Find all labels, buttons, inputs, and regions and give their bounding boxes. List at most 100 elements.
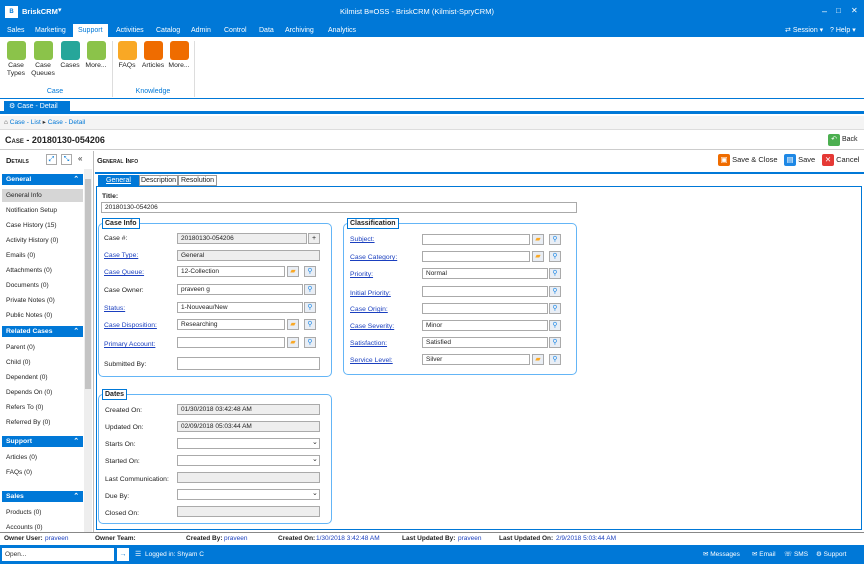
- service-level-link[interactable]: Service Level:: [350, 357, 393, 364]
- sidebar-item-faqs[interactable]: FAQs (0): [6, 469, 32, 476]
- satisfaction-search-icon[interactable]: ⚲: [549, 337, 561, 348]
- menu-activities[interactable]: Activities: [111, 24, 149, 37]
- open-go-button[interactable]: →: [117, 548, 129, 561]
- sidebar-scrollbar[interactable]: [84, 169, 92, 532]
- subject-link[interactable]: Subject:: [350, 236, 375, 243]
- save-close-button[interactable]: ▣ Save & Close: [718, 154, 778, 166]
- case-disposition-field[interactable]: Researching: [177, 319, 285, 330]
- ribbon-faqs-button[interactable]: FAQs: [116, 41, 138, 70]
- case-queue-link[interactable]: Case Queue:: [104, 269, 144, 276]
- minimize-button[interactable]: –: [822, 6, 827, 16]
- menu-marketing[interactable]: Marketing: [30, 24, 71, 37]
- priority-field[interactable]: Normal: [422, 268, 548, 279]
- save-button[interactable]: ▤ Save: [784, 154, 815, 166]
- sidebar-item-general-info[interactable]: General Info: [6, 192, 42, 199]
- menu-sales[interactable]: Sales: [2, 24, 30, 37]
- expand-all-icon[interactable]: ⤢: [46, 154, 57, 165]
- satisfaction-link[interactable]: Satisfaction:: [350, 340, 387, 347]
- owner-user-value[interactable]: praveen: [45, 533, 69, 544]
- priority-link[interactable]: Priority:: [350, 271, 373, 278]
- service-level-search-icon[interactable]: ⚲: [549, 354, 561, 365]
- app-name[interactable]: BriskCRM: [22, 7, 58, 16]
- subject-search-icon[interactable]: ⚲: [549, 234, 561, 245]
- subject-folder-icon[interactable]: ▰: [532, 234, 544, 245]
- email-button[interactable]: ✉ Email: [752, 545, 776, 564]
- initial-priority-link[interactable]: Initial Priority:: [350, 290, 391, 297]
- menu-archiving[interactable]: Archiving: [280, 24, 319, 37]
- service-level-folder-icon[interactable]: ▰: [532, 354, 544, 365]
- initial-priority-field[interactable]: [422, 286, 548, 297]
- starts-on-chevron-down-icon[interactable]: ⌄: [312, 438, 318, 446]
- case-origin-field[interactable]: [422, 303, 548, 314]
- ribbon-case-types-button[interactable]: Case Types: [4, 41, 28, 78]
- ribbon-articles-button[interactable]: Articles: [140, 41, 166, 70]
- menu-support[interactable]: Support: [73, 24, 108, 37]
- sidebar-section-support[interactable]: Support ⌃: [2, 436, 83, 447]
- case-origin-link[interactable]: Case Origin:: [350, 306, 388, 313]
- sidebar-item-notification-setup[interactable]: Notification Setup: [6, 207, 57, 214]
- case-disposition-link[interactable]: Case Disposition:: [104, 322, 157, 329]
- sidebar-item-activity-history[interactable]: Activity History (0): [6, 237, 58, 244]
- menu-control[interactable]: Control: [219, 24, 252, 37]
- created-by-value[interactable]: praveen: [224, 533, 248, 544]
- scrollbar-thumb[interactable]: [85, 179, 91, 389]
- cancel-button[interactable]: ✕ Cancel: [822, 154, 859, 166]
- sidebar-section-general[interactable]: General ⌃: [2, 174, 83, 185]
- collapse-all-icon[interactable]: ⤡: [61, 154, 72, 165]
- tab-case-detail[interactable]: ⚙ Case - Detail: [4, 101, 70, 113]
- started-on-chevron-down-icon[interactable]: ⌄: [312, 455, 318, 463]
- ribbon-cases-button[interactable]: Cases: [59, 41, 81, 70]
- initial-priority-search-icon[interactable]: ⚲: [549, 286, 561, 297]
- case-category-link[interactable]: Case Category:: [350, 254, 397, 261]
- sidebar-item-accounts[interactable]: Accounts (0): [6, 524, 43, 531]
- status-link[interactable]: Status:: [104, 305, 125, 312]
- menu-analytics[interactable]: Analytics: [323, 24, 361, 37]
- case-category-field[interactable]: [422, 251, 530, 262]
- open-input[interactable]: Open...: [2, 548, 114, 561]
- sidebar-item-emails[interactable]: Emails (0): [6, 252, 35, 259]
- sidebar-item-referred-by[interactable]: Referred By (0): [6, 419, 50, 426]
- back-button[interactable]: ↶ Back: [828, 134, 858, 146]
- case-disposition-search-icon[interactable]: ⚲: [304, 319, 316, 330]
- case-severity-search-icon[interactable]: ⚲: [549, 320, 561, 331]
- satisfaction-field[interactable]: Satisfied: [422, 337, 548, 348]
- case-origin-search-icon[interactable]: ⚲: [549, 303, 561, 314]
- started-on-picker[interactable]: [177, 455, 320, 466]
- primary-account-search-icon[interactable]: ⚲: [304, 337, 316, 348]
- ribbon-case-queues-button[interactable]: Case Queues: [30, 41, 56, 78]
- ribbon-knowledge-more-button[interactable]: More...: [167, 41, 191, 70]
- menu-data[interactable]: Data: [254, 24, 279, 37]
- sidebar-item-parent[interactable]: Parent (0): [6, 344, 35, 351]
- case-severity-link[interactable]: Case Severity:: [350, 323, 394, 330]
- help-menu[interactable]: ? Help ▾: [825, 24, 861, 37]
- sidebar-section-sales[interactable]: Sales ⌃: [2, 491, 83, 502]
- case-type-link[interactable]: Case Type:: [104, 252, 138, 259]
- sidebar-item-case-history[interactable]: Case History (15): [6, 222, 57, 229]
- due-by-picker[interactable]: [177, 489, 320, 500]
- due-by-chevron-down-icon[interactable]: ⌄: [312, 489, 318, 497]
- support-button[interactable]: ⚙ Support: [816, 545, 846, 564]
- case-category-folder-icon[interactable]: ▰: [532, 251, 544, 262]
- title-input[interactable]: 20180130-054206: [101, 202, 577, 213]
- case-queue-field[interactable]: 12-Collection: [177, 266, 285, 277]
- primary-account-link[interactable]: Primary Account:: [104, 341, 155, 348]
- sidebar-item-depends-on[interactable]: Depends On (0): [6, 389, 52, 396]
- menu-catalog[interactable]: Catalog: [151, 24, 185, 37]
- sidebar-item-dependent[interactable]: Dependent (0): [6, 374, 48, 381]
- sidebar-item-products[interactable]: Products (0): [6, 509, 41, 516]
- case-owner-search-icon[interactable]: ⚲: [304, 284, 316, 295]
- starts-on-picker[interactable]: [177, 438, 320, 449]
- service-level-field[interactable]: Silver: [422, 354, 530, 365]
- case-owner-field[interactable]: praveen g: [177, 284, 303, 295]
- sidebar-item-private-notes[interactable]: Private Notes (0): [6, 297, 55, 304]
- primary-account-field[interactable]: [177, 337, 285, 348]
- breadcrumb-case-detail[interactable]: Case - Detail: [48, 119, 86, 126]
- submitted-by-field[interactable]: [177, 357, 320, 370]
- case-disposition-folder-icon[interactable]: ▰: [287, 319, 299, 330]
- case-severity-field[interactable]: Minor: [422, 320, 548, 331]
- sidebar-section-related-cases[interactable]: Related Cases ⌃: [2, 326, 83, 337]
- priority-search-icon[interactable]: ⚲: [549, 268, 561, 279]
- breadcrumb-case-list[interactable]: Case - List: [10, 119, 41, 126]
- sidebar-item-documents[interactable]: Documents (0): [6, 282, 49, 289]
- updated-by-value[interactable]: praveen: [458, 533, 482, 544]
